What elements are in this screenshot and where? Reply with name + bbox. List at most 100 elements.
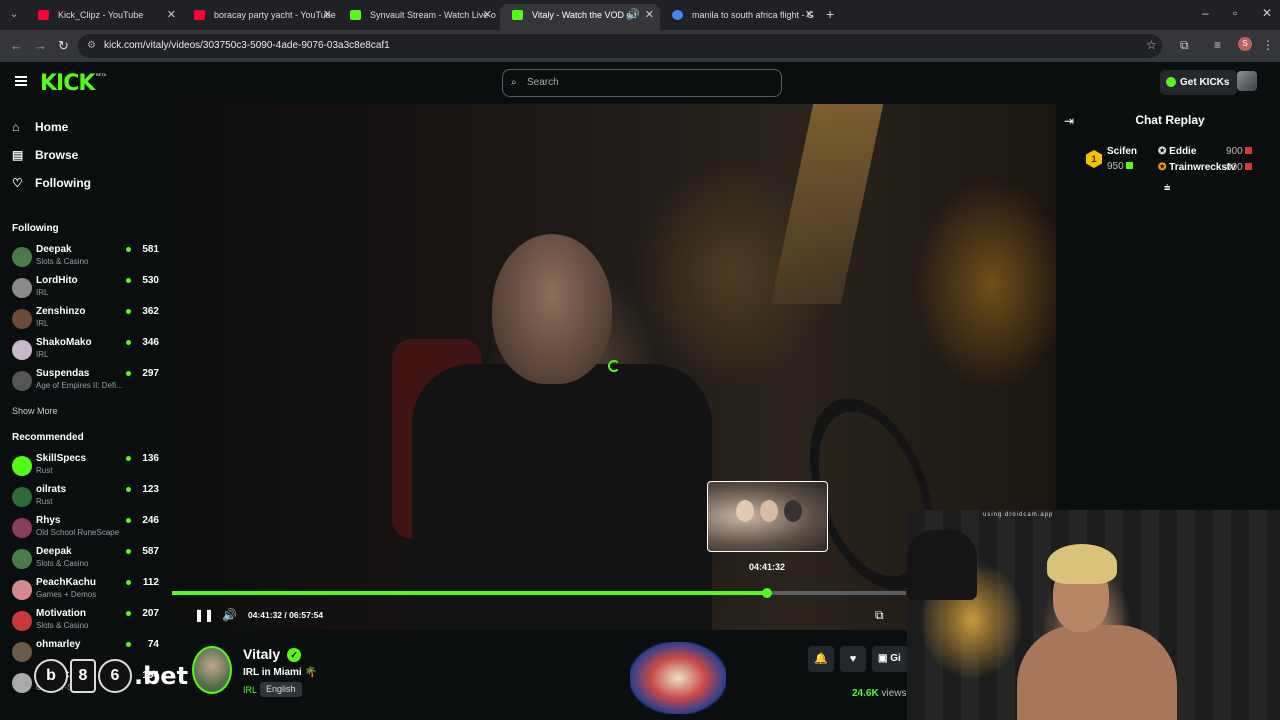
follow-heart-icon[interactable]: ♥ <box>840 646 866 672</box>
channel-avatar <box>12 309 32 329</box>
extensions-puzzle-icon[interactable]: ⧉ <box>1180 38 1189 53</box>
volume-icon[interactable]: 🔊 <box>222 608 237 622</box>
search-input[interactable]: ⌕ Search <box>502 69 782 97</box>
sidebar-channel-item[interactable]: Motivation Slots & Casino 207 <box>12 608 162 636</box>
channel-category: Old School RuneScape <box>36 528 120 537</box>
webcam-person-body <box>1017 625 1177 720</box>
seek-preview-thumbnail <box>707 481 828 552</box>
channel-avatar <box>12 549 32 569</box>
gifter-name[interactable]: Scifen <box>1107 146 1137 157</box>
live-dot-icon <box>126 611 131 616</box>
sponsor-graffiti-logo <box>630 642 726 714</box>
sidebar-channel-item[interactable]: Deepak Slots & Casino 581 <box>12 244 162 272</box>
url-field[interactable]: ⚙ kick.com/vitaly/videos/303750c3-5090-4… <box>78 34 1162 58</box>
forward-arrow-icon[interactable]: → <box>34 38 47 53</box>
channel-viewers: 346 <box>142 337 159 348</box>
kick-header: KICK BETA ⌕ Search Get KICKs <box>0 62 1270 104</box>
channel-avatar <box>12 642 32 662</box>
preview-face <box>784 500 802 522</box>
gifter-name-text: Eddie <box>1169 146 1197 157</box>
live-dot-icon <box>126 309 131 314</box>
channel-category: IRL <box>36 319 49 328</box>
webcam-chair <box>907 530 977 600</box>
pause-icon[interactable]: ❚❚ <box>194 608 214 622</box>
kick-logo[interactable]: KICK <box>40 71 95 96</box>
tab-close-icon[interactable]: ✕ <box>645 4 654 26</box>
channel-avatar <box>12 611 32 631</box>
stream-title: IRL in Miami 🌴 <box>243 667 317 678</box>
language-tag[interactable]: English <box>260 682 302 697</box>
webcam-person-hair <box>1047 544 1117 584</box>
sidebar-nav-browse[interactable]: ▤ Browse <box>12 145 78 165</box>
sidebar-channel-item[interactable]: ShakoMako IRL 346 <box>12 337 162 365</box>
channel-category: Slots & Casino <box>36 559 89 568</box>
tab-search-chevron-icon[interactable]: ⌄ <box>6 7 22 23</box>
nav-label: Following <box>35 176 91 190</box>
progress-fill <box>172 591 767 595</box>
browser-tab[interactable]: boracay party yacht - YouTube ✕ <box>182 4 338 30</box>
expand-leaderboard-icon[interactable]: ⩧ <box>1164 182 1170 195</box>
sidebar-channel-item[interactable]: Suspendas Age of Empires II: Defi... 297 <box>12 368 162 396</box>
gifter-amount-value: 900 <box>1226 146 1243 157</box>
video-frame-detail <box>770 104 884 304</box>
browser-tab-active[interactable]: Vitaly - Watch the VOD on 🔊 ✕ <box>500 4 660 30</box>
channel-name: oilrats <box>36 484 67 495</box>
tab-close-icon[interactable]: ✕ <box>805 4 814 26</box>
picture-in-picture-icon[interactable]: ⧉ <box>875 608 884 623</box>
channel-viewers: 246 <box>142 515 159 526</box>
channel-name: Rhys <box>36 515 61 526</box>
browser-profile-avatar[interactable]: S <box>1238 37 1252 51</box>
streamer-name[interactable]: Vitaly <box>243 646 280 662</box>
tab-title: Synvault Stream - Watch Live o <box>370 10 496 20</box>
sidebar-channel-item[interactable]: LordHito IRL 530 <box>12 275 162 303</box>
sidebar-channel-item[interactable]: oilrats Rust 123 <box>12 484 162 512</box>
sidebar-nav-following[interactable]: ♡ Following <box>12 173 91 193</box>
view-count: 24.6K views <box>852 688 906 699</box>
browser-tab[interactable]: Synvault Stream - Watch Live o ✕ <box>338 4 498 30</box>
browser-tab[interactable]: Kick_Clipz - YouTube ✕ <box>26 4 182 30</box>
user-avatar[interactable] <box>1237 71 1257 91</box>
sidebar: ⌂ Home ▤ Browse ♡ Following Following De… <box>0 104 172 720</box>
following-section-title: Following <box>12 223 59 234</box>
tab-close-icon[interactable]: ✕ <box>167 4 176 26</box>
stream-category-link[interactable]: IRL <box>243 685 257 695</box>
tab-close-icon[interactable]: ✕ <box>323 4 332 26</box>
sidebar-channel-item[interactable]: Zenshinzo IRL 362 <box>12 306 162 334</box>
sidebar-channel-item[interactable]: Deepak Slots & Casino 587 <box>12 546 162 574</box>
site-info-icon[interactable]: ⚙ <box>87 34 96 58</box>
gift-subs-button[interactable]: ▣ Gi <box>872 646 912 672</box>
progress-scrubber-handle[interactable] <box>761 588 772 598</box>
chat-replay-panel: ⇥ Chat Replay 1 Scifen 950 ✪ Eddie 900 ✪… <box>1056 104 1280 510</box>
gifter-name[interactable]: ✪ Trainwreckstv <box>1158 162 1236 173</box>
menu-hamburger-icon[interactable] <box>15 76 27 86</box>
gifter-name[interactable]: ✪ Eddie <box>1158 146 1196 157</box>
show-more-link[interactable]: Show More <box>12 406 58 416</box>
minimize-icon[interactable]: – <box>1202 6 1209 20</box>
gifter-badge-icon: ✪ <box>1158 146 1170 157</box>
maximize-icon[interactable]: ▫ <box>1233 6 1237 20</box>
sidebar-channel-item[interactable]: PeachKachu Games + Demos 112 <box>12 577 162 605</box>
notification-bell-icon[interactable]: 🔔 <box>808 646 834 672</box>
reload-icon[interactable]: ↻ <box>58 38 69 54</box>
home-icon: ⌂ <box>12 120 20 134</box>
back-arrow-icon[interactable]: ← <box>10 38 23 53</box>
channel-avatar <box>12 247 32 267</box>
new-tab-plus-icon[interactable]: + <box>826 6 834 22</box>
tab-audio-icon[interactable]: 🔊 <box>626 4 640 26</box>
window-close-icon[interactable]: ✕ <box>1262 6 1272 20</box>
streamer-avatar[interactable] <box>192 646 232 694</box>
browser-tab[interactable]: manila to south africa flight - G ✕ <box>660 4 820 30</box>
verified-check-icon: ✓ <box>287 648 301 662</box>
sidebar-nav-home[interactable]: ⌂ Home <box>12 117 68 137</box>
tab-title: boracay party yacht - YouTube <box>214 10 336 20</box>
sidebar-channel-item[interactable]: Rhys Old School RuneScape 246 <box>12 515 162 543</box>
channel-category: Rust <box>36 497 53 506</box>
get-kicks-button[interactable]: Get KICKs <box>1160 70 1238 95</box>
bookmark-star-icon[interactable]: ☆ <box>1146 38 1157 52</box>
progress-bar[interactable] <box>172 588 906 598</box>
sidebar-channel-item[interactable]: SkillSpecs Rust 136 <box>12 453 162 481</box>
browser-menu-icon[interactable]: ⋮ <box>1262 38 1274 52</box>
channel-viewers: 112 <box>142 577 159 588</box>
media-controls-icon[interactable]: ≡ <box>1214 38 1221 52</box>
tab-close-icon[interactable]: ✕ <box>483 4 492 26</box>
